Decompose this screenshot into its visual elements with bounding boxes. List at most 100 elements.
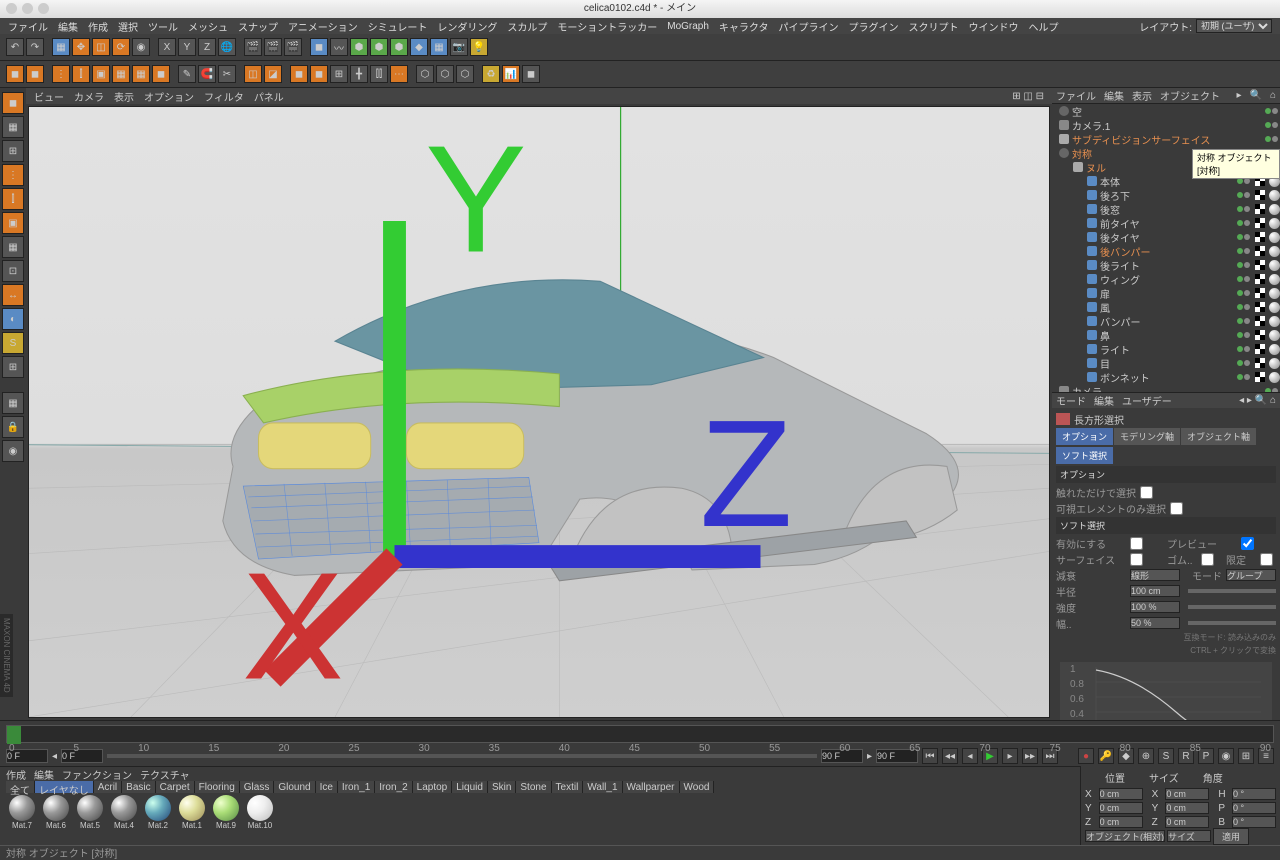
search-icon[interactable]: 🔍 xyxy=(1250,90,1262,101)
tree-row[interactable]: カメラ.1 xyxy=(1052,118,1280,132)
tree-row[interactable]: 後ろ下 xyxy=(1052,188,1280,202)
tree-row[interactable]: ライト xyxy=(1052,342,1280,356)
menu-snap[interactable]: スナップ xyxy=(238,19,278,34)
mat-layer[interactable]: Laptop xyxy=(413,781,453,793)
object-manager-tree[interactable]: 空カメラ.1サブディビジョンサーフェイス対称対称 オブジェクト [対称]ヌル本体… xyxy=(1052,104,1280,392)
sds-button[interactable]: ⬢ xyxy=(390,38,408,56)
mat-layer[interactable]: Stone xyxy=(516,781,551,793)
mattab-create[interactable]: 作成 xyxy=(6,767,26,782)
objtab-object[interactable]: オブジェクト xyxy=(1160,88,1220,103)
menu-edit[interactable]: 編集 xyxy=(58,19,78,34)
bevel-button[interactable]: ◪ xyxy=(264,65,282,83)
attr-edit-tab[interactable]: 編集 xyxy=(1094,393,1114,408)
menu-select[interactable]: 選択 xyxy=(118,19,138,34)
render-region-button[interactable]: 🎬 xyxy=(264,38,282,56)
menu-script[interactable]: スクリプト xyxy=(909,19,959,34)
material-swatch[interactable]: Mat.6 xyxy=(40,795,72,830)
polys-button[interactable]: ▣ xyxy=(2,212,24,234)
radius-input[interactable] xyxy=(1130,585,1180,597)
menu-file[interactable]: ファイル xyxy=(8,19,48,34)
deformer-button[interactable]: ◆ xyxy=(410,38,428,56)
edge-mode-button[interactable]: ⫿ xyxy=(72,65,90,83)
tb-8[interactable]: ◼ xyxy=(152,65,170,83)
camera-button[interactable]: 📷 xyxy=(450,38,468,56)
mattab-function[interactable]: ファンクション xyxy=(62,767,132,782)
mat-layer[interactable]: Iron_2 xyxy=(375,781,412,793)
width-input[interactable] xyxy=(1130,617,1180,629)
lock-button[interactable]: 🔒 xyxy=(2,416,24,438)
undo-button[interactable]: ↶ xyxy=(6,38,24,56)
point-mode-button[interactable]: ⋮ xyxy=(52,65,70,83)
tb-12[interactable]: ◼ xyxy=(522,65,540,83)
generator2-button[interactable]: ⬢ xyxy=(370,38,388,56)
mat-layer[interactable]: Liquid xyxy=(452,781,488,793)
mat-layer[interactable]: Basic xyxy=(122,781,155,793)
menu-plugins[interactable]: プラグイン xyxy=(849,19,899,34)
traffic-lights[interactable] xyxy=(6,3,49,14)
y-axis-button[interactable]: Y xyxy=(178,38,196,56)
menu-character[interactable]: キャラクタ xyxy=(719,19,769,34)
mattab-texture[interactable]: テクスチャ xyxy=(140,767,190,782)
rot-b-input[interactable] xyxy=(1232,816,1276,828)
tree-row[interactable]: 空 xyxy=(1052,104,1280,118)
extrude-button[interactable]: ◫ xyxy=(244,65,262,83)
chk-touch-select[interactable] xyxy=(1140,486,1153,499)
menu-mesh[interactable]: メッシュ xyxy=(188,19,228,34)
magnet-button[interactable]: 🧲 xyxy=(198,65,216,83)
menu-render[interactable]: レンダリング xyxy=(437,19,497,34)
width-slider[interactable] xyxy=(1188,621,1276,625)
main-menu[interactable]: ファイル 編集 作成 選択 ツール メッシュ スナップ アニメーション シミュレ… xyxy=(0,18,1280,34)
mat-layer[interactable]: Skin xyxy=(488,781,516,793)
material-swatch[interactable]: Mat.10 xyxy=(244,795,276,830)
texture-axis-button[interactable]: ▦ xyxy=(2,116,24,138)
strength-slider[interactable] xyxy=(1188,605,1276,609)
viewport-3d[interactable]: Y Z X xyxy=(28,106,1050,718)
menu-sculpt[interactable]: スカルプ xyxy=(507,19,547,34)
tree-row[interactable]: ボンネット xyxy=(1052,370,1280,384)
render-settings-button[interactable]: 🎬 xyxy=(284,38,302,56)
mat-layer[interactable]: Carpet xyxy=(156,781,195,793)
axis-button[interactable]: ↔ xyxy=(2,284,24,306)
tree-row[interactable]: 後ライト xyxy=(1052,258,1280,272)
z-axis-button[interactable]: Z xyxy=(198,38,216,56)
chk-preview[interactable] xyxy=(1241,537,1254,550)
coord-size-select[interactable] xyxy=(1167,830,1211,842)
redo-button[interactable]: ↷ xyxy=(26,38,44,56)
points-button[interactable]: ⋮ xyxy=(2,164,24,186)
pos-z-input[interactable] xyxy=(1099,816,1143,828)
uv-mode-button[interactable]: ▦ xyxy=(132,65,150,83)
menu-window[interactable]: ウインドウ xyxy=(969,19,1019,34)
mat-layer[interactable]: Wallparper xyxy=(623,781,680,793)
texture-mode-button[interactable]: ▦ xyxy=(112,65,130,83)
mat-layer[interactable]: Glass xyxy=(240,781,275,793)
tb-9[interactable]: ◼ xyxy=(290,65,308,83)
scale-button[interactable]: ◫ xyxy=(92,38,110,56)
menu-create[interactable]: 作成 xyxy=(88,19,108,34)
objtab-view[interactable]: 表示 xyxy=(1132,88,1152,103)
chk-surface[interactable] xyxy=(1130,553,1143,566)
apply-button[interactable]: 適用 xyxy=(1213,828,1249,845)
light-button[interactable]: 💡 xyxy=(470,38,488,56)
object-panel-tabs[interactable]: ファイル 編集 表示 オブジェクト ▸ 🔍 ⌂ xyxy=(1052,88,1280,104)
tree-row[interactable]: 前タイヤ xyxy=(1052,216,1280,230)
menu-motion[interactable]: モーショントラッカー xyxy=(557,19,657,34)
attr-mode-tab[interactable]: モード xyxy=(1056,393,1086,408)
rot-p-input[interactable] xyxy=(1232,802,1276,814)
attr-tabs[interactable]: モード 編集 ユーザデー ◂ ▸ 🔍 ⌂ xyxy=(1052,393,1280,408)
tree-row[interactable]: サブディビジョンサーフェイス xyxy=(1052,132,1280,146)
size-x-input[interactable] xyxy=(1165,788,1209,800)
knife-button[interactable]: ✂ xyxy=(218,65,236,83)
tree-row[interactable]: ウィング xyxy=(1052,272,1280,286)
mat-layer[interactable]: Ice xyxy=(316,781,338,793)
objtab-edit[interactable]: 編集 xyxy=(1104,88,1124,103)
size-y-input[interactable] xyxy=(1165,802,1209,814)
falloff-graph[interactable]: 10.80.60.40.20 00.20.40.60.81 xyxy=(1060,662,1272,720)
timeline-playhead[interactable] xyxy=(7,726,21,744)
mat-layer[interactable]: Textil xyxy=(552,781,584,793)
menu-help[interactable]: ヘルプ xyxy=(1029,19,1059,34)
uv-polys-button[interactable]: ▦ xyxy=(2,236,24,258)
menu-sim[interactable]: シミュレート xyxy=(368,19,428,34)
mat-layer[interactable]: 全て xyxy=(6,781,35,793)
chk-enable[interactable] xyxy=(1130,537,1143,550)
tree-row[interactable]: カメラ xyxy=(1052,384,1280,392)
